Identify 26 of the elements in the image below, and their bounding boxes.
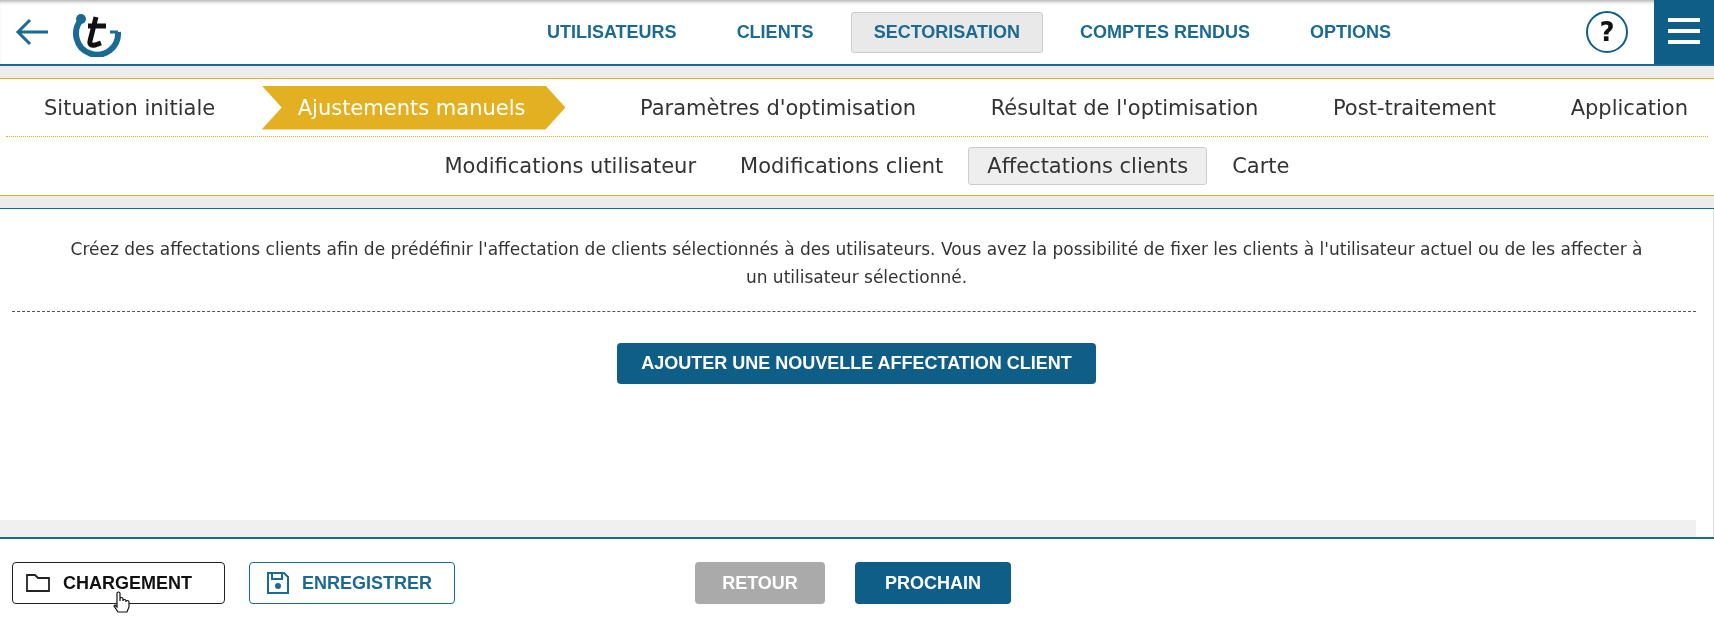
sub-tab[interactable]: Modifications client [721,147,963,185]
sub-tab[interactable]: Modifications utilisateur [425,147,716,185]
step-tab[interactable]: Post-traitement [1332,87,1497,128]
help-button[interactable]: ? [1586,11,1628,53]
step-tab[interactable]: Situation initiale [44,87,216,128]
horizontal-scrollbar[interactable] [0,520,1696,537]
folder-icon [25,572,51,594]
sub-tab[interactable]: Affectations clients [968,147,1208,185]
save-button[interactable]: ENREGISTRER [249,562,455,604]
next-button[interactable]: PROCHAIN [855,562,1011,604]
nav-tab[interactable]: CLIENTS [713,11,837,53]
menu-icon [1666,16,1702,46]
sub-tab[interactable]: Carte [1213,147,1309,185]
description-text: Créez des affectations clients afin de prédéfinir l'affectation de clients sélectionnés à des utilisateurs. Vous avez la possibilité de fixer les clients à l'utilisateur actuel ou de les affecter à un utilisateur sélectionné. [69,238,1644,289]
nav-tab[interactable]: COMPTES RENDUS [1057,11,1273,53]
nav-tab[interactable]: SECTORISATION [850,11,1043,53]
step-tab[interactable]: Paramètres d'optimisation [640,87,917,128]
menu-button[interactable] [1654,0,1714,64]
back-arrow-icon[interactable] [14,17,50,47]
nav-tab[interactable]: UTILISATEURS [523,11,700,53]
hand-cursor-icon [112,591,130,613]
add-assignment-button[interactable]: AJOUTER UNE NOUVELLE AFFECTATION CLIENT [617,343,1096,384]
step-tab[interactable]: Résultat de l'optimisation [990,87,1259,128]
nav-tab[interactable]: OPTIONS [1287,11,1415,53]
step-tab[interactable]: Application [1570,87,1688,128]
load-button[interactable]: CHARGEMENT [12,562,225,604]
